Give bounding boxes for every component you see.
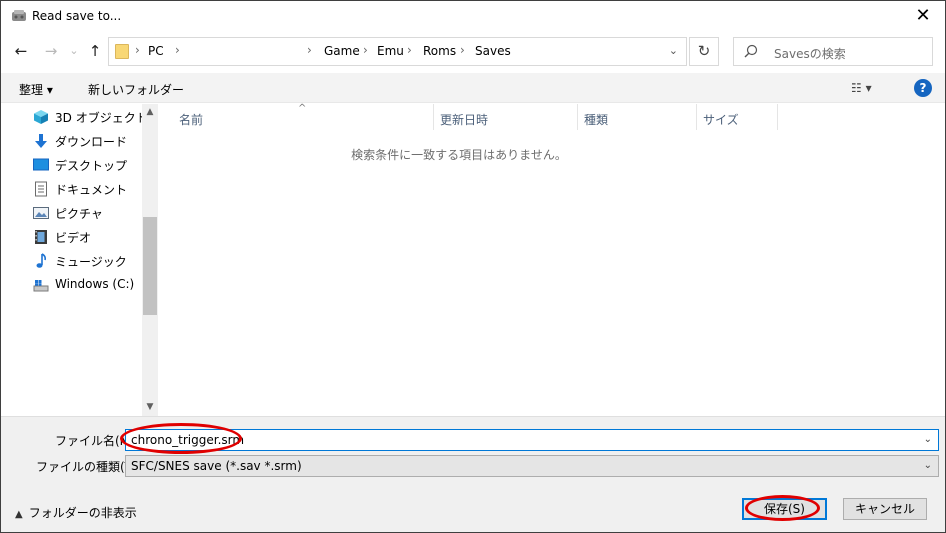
app-icon [12,10,26,21]
column-header-name[interactable]: 名前 [173,104,434,130]
sidebar-item-label: Windows (C:) [55,277,135,291]
organize-menu[interactable]: 整理 ▾ [19,81,53,98]
sidebar-item-label: デスクトップ [55,159,128,173]
sidebar-item-label: ビデオ [55,231,92,245]
file-list: ^ 名前 更新日時 種類 サイズ 検索条件に一致する項目はありません。 [159,103,945,416]
save-dialog: Read save to... ✕ ← → ⌄ ↑ › PC › › Game … [0,0,946,533]
drive-icon [33,280,49,292]
sidebar-item-3d-objects[interactable]: 3D オブジェクト [33,106,148,128]
hide-folders-label: フォルダーの非表示 [28,506,137,520]
breadcrumb-separator: › [407,43,412,57]
command-bar: 整理 ▾ 新しいフォルダー ☷ ▾ ? [1,73,945,103]
navigation-bar: ← → ⌄ ↑ › PC › › Game › Emu › Roms › Sav… [1,35,945,69]
hide-folders-button[interactable]: ▲ フォルダーの非表示 [15,504,137,521]
breadcrumb-separator: › [460,43,465,57]
filetype-select[interactable]: SFC/SNES save (*.sav *.srm) ⌄ [125,455,939,477]
address-bar[interactable]: › PC › › Game › Emu › Roms › Saves ⌄ [108,37,687,66]
breadcrumb-pc[interactable]: PC [148,44,164,58]
sidebar-item-label: ミュージック [55,255,127,269]
document-icon [35,181,47,197]
sidebar-item-label: ダウンロード [55,135,128,149]
picture-icon [33,207,49,219]
column-header-label: サイズ [703,113,739,127]
column-header-modified[interactable]: 更新日時 [434,104,578,130]
close-icon: ✕ [915,5,931,26]
up-button[interactable]: ↑ [85,41,105,61]
search-icon [744,44,758,58]
sidebar-item-downloads[interactable]: ダウンロード [33,130,141,152]
column-header-type[interactable]: 種類 [578,104,697,130]
breadcrumb-roms[interactable]: Roms [423,44,456,58]
save-button[interactable]: 保存(S) [742,498,827,520]
filetype-dropdown-icon: ⌄ [923,460,932,471]
save-form: ファイル名(N): chrono_trigger.srm ⌄ ファイルの種類(T… [1,416,945,532]
column-header-label: 名前 [179,113,204,127]
view-options-button[interactable]: ☷ ▾ [851,81,872,95]
sidebar-item-label: ピクチャ [55,207,103,221]
filetype-value: SFC/SNES save (*.sav *.srm) [131,459,302,473]
forward-arrow-icon: → [44,42,58,60]
address-dropdown-icon[interactable]: ⌄ [669,44,678,57]
filename-input[interactable]: chrono_trigger.srm ⌄ [125,429,939,451]
close-button[interactable]: ✕ [901,1,945,31]
sidebar-item-desktop[interactable]: デスクトップ [33,154,141,176]
scroll-up-icon[interactable]: ▲ [142,104,158,121]
breadcrumb-separator: › [135,43,140,57]
empty-folder-message: 検索条件に一致する項目はありません。 [351,148,567,162]
recent-locations-button[interactable]: ⌄ [64,41,84,61]
help-icon[interactable]: ? [914,79,932,97]
breadcrumb-emu[interactable]: Emu [377,44,404,58]
sidebar-item-music[interactable]: ミュージック [33,250,141,272]
scroll-down-icon[interactable]: ▼ [142,399,158,416]
back-arrow-icon: ← [14,42,28,60]
search-placeholder: Savesの検索 [774,47,846,61]
cancel-button[interactable]: キャンセル [843,498,927,520]
music-icon [36,253,46,268]
sidebar-item-windows-c[interactable]: Windows (C:) [33,274,141,296]
new-folder-button[interactable]: 新しいフォルダー [88,81,184,98]
sidebar-item-pictures[interactable]: ピクチャ [33,202,141,224]
chevron-down-icon: ⌄ [69,44,79,57]
sidebar-item-label: 3D オブジェクト [55,111,148,125]
forward-button[interactable]: → [41,41,61,61]
up-arrow-icon: ↑ [88,42,102,60]
scrollbar-thumb[interactable] [143,217,157,315]
sidebar-item-documents[interactable]: ドキュメント [33,178,141,200]
refresh-button[interactable]: ↻ [689,37,719,66]
back-button[interactable]: ← [11,41,31,61]
video-icon [35,230,47,244]
refresh-icon: ↻ [697,42,711,60]
folder-icon [115,44,129,59]
sidebar-item-label: ドキュメント [55,183,128,197]
breadcrumb-separator: › [175,43,180,57]
sidebar-item-videos[interactable]: ビデオ [33,226,141,248]
search-box[interactable]: Savesの検索 [733,37,933,66]
cube-icon [34,110,48,124]
desktop-icon [33,158,49,171]
title-bar: Read save to... ✕ [1,1,945,31]
download-icon [35,134,47,148]
navigation-pane-scrollbar[interactable]: ▲ ▼ [142,104,158,416]
breadcrumb-separator: › [363,43,368,57]
column-header-label: 種類 [584,113,609,127]
breadcrumb-separator: › [307,43,312,57]
navigation-pane: 3D オブジェクト ダウンロード デスクトップ ドキュメント ピクチャ ビデオ … [1,104,158,416]
breadcrumb-game[interactable]: Game [324,44,360,58]
column-header-label: 更新日時 [440,113,489,127]
filename-dropdown-icon[interactable]: ⌄ [924,434,932,445]
window-title: Read save to... [32,9,122,23]
chevron-up-icon: ▲ [15,509,23,520]
column-header-size[interactable]: サイズ [697,104,778,130]
filename-value: chrono_trigger.srm [131,433,245,447]
breadcrumb-saves[interactable]: Saves [475,44,511,58]
